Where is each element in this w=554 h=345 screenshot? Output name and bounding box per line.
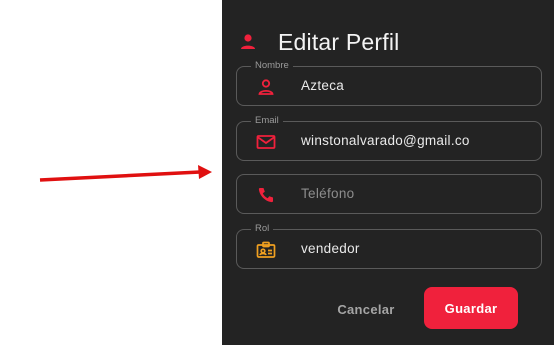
dialog-header: Editar Perfil (236, 26, 399, 58)
save-button[interactable]: Guardar (424, 287, 518, 329)
name-field[interactable]: Nombre Azteca (236, 60, 542, 106)
role-field[interactable]: Rol vendedor (236, 223, 542, 269)
role-field-value: vendedor (301, 241, 360, 256)
dialog-title: Editar Perfil (278, 28, 400, 55)
edit-profile-dialog: Editar Perfil Nombre Azteca Email winsto… (222, 0, 554, 345)
id-badge-icon (255, 239, 277, 261)
phone-field-placeholder: Teléfono (301, 186, 355, 201)
mail-icon (255, 131, 277, 153)
email-field-label: Email (251, 115, 283, 127)
name-field-label: Nombre (251, 60, 293, 72)
person-icon (255, 76, 277, 98)
phone-icon (255, 184, 277, 206)
person-icon (236, 30, 260, 54)
cancel-button[interactable]: Cancelar (326, 292, 406, 326)
email-field-value: winstonalvarado@gmail.co (301, 133, 470, 148)
name-field-value: Azteca (301, 78, 345, 93)
email-field[interactable]: Email winstonalvarado@gmail.co (236, 115, 542, 161)
role-field-label: Rol (251, 223, 274, 235)
phone-field[interactable]: Teléfono (236, 174, 542, 214)
